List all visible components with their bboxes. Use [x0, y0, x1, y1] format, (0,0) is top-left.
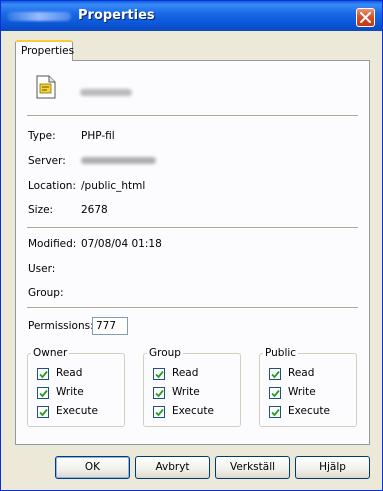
user-label: User:	[28, 263, 56, 275]
owner-read-label: Read	[56, 367, 83, 379]
owner-permissions-group: Owner Read Write Execute	[27, 347, 125, 427]
checkmark-icon	[39, 370, 48, 379]
permissions-input[interactable]	[92, 317, 128, 335]
checkbox-box[interactable]	[37, 406, 49, 418]
checkmark-icon	[39, 389, 48, 398]
modified-label: Modified:	[28, 238, 77, 250]
ok-button[interactable]: OK	[55, 456, 130, 479]
group-write-label: Write	[172, 386, 200, 398]
properties-panel: Type: PHP-fil Server: Location: /public_…	[15, 60, 370, 445]
public-read-label: Read	[288, 367, 315, 379]
owner-execute-label: Execute	[56, 405, 98, 417]
checkbox-box[interactable]	[269, 406, 281, 418]
apply-button[interactable]: Verkställ	[215, 456, 290, 479]
checkbox-box[interactable]	[153, 387, 165, 399]
close-icon	[360, 12, 371, 23]
type-label: Type:	[28, 130, 56, 142]
group-execute-label: Execute	[172, 405, 214, 417]
checkbox-box[interactable]	[37, 368, 49, 380]
separator	[27, 115, 358, 117]
obscured-file-name	[80, 89, 132, 96]
title-bar[interactable]: Properties	[1, 1, 382, 31]
group-permissions-group: Group Read Write Execute	[143, 347, 241, 427]
separator	[27, 227, 358, 229]
public-write-label: Write	[288, 386, 316, 398]
group-read-label: Read	[172, 367, 199, 379]
public-execute-label: Execute	[288, 405, 330, 417]
checkmark-icon	[39, 408, 48, 417]
public-group-title: Public	[265, 347, 297, 359]
location-label: Location:	[28, 180, 76, 192]
size-label: Size:	[28, 204, 54, 216]
group-label: Group:	[28, 287, 64, 299]
type-value: PHP-fil	[81, 130, 115, 142]
checkbox-box[interactable]	[153, 368, 165, 380]
modified-value: 07/08/04 01:18	[81, 238, 162, 250]
cancel-button[interactable]: Avbryt	[135, 456, 210, 479]
obscured-server-value	[81, 157, 156, 164]
window-title: Properties	[78, 8, 155, 23]
tab-properties-label: Properties	[21, 45, 75, 57]
help-button[interactable]: Hjälp	[295, 456, 370, 479]
php-file-icon	[36, 75, 56, 99]
owner-write-label: Write	[56, 386, 84, 398]
server-label: Server:	[28, 155, 66, 167]
size-value: 2678	[81, 204, 108, 216]
owner-group-title: Owner	[33, 347, 68, 359]
permissions-label: Permissions:	[28, 320, 94, 332]
checkmark-icon	[271, 370, 280, 379]
properties-dialog: Properties Properties Type: PHP-fil Serv…	[0, 0, 383, 491]
checkbox-box[interactable]	[153, 406, 165, 418]
public-permissions-group: Public Read Write Execute	[259, 347, 357, 427]
checkbox-box[interactable]	[37, 387, 49, 399]
checkbox-box[interactable]	[269, 387, 281, 399]
checkmark-icon	[271, 408, 280, 417]
close-button[interactable]	[356, 8, 375, 27]
obscured-filename-in-title	[7, 12, 71, 21]
checkmark-icon	[271, 389, 280, 398]
checkmark-icon	[155, 389, 164, 398]
separator	[27, 307, 358, 309]
checkbox-box[interactable]	[269, 368, 281, 380]
group-group-title: Group	[149, 347, 181, 359]
checkmark-icon	[155, 408, 164, 417]
tab-properties[interactable]: Properties	[15, 40, 75, 61]
location-value: /public_html	[81, 180, 146, 192]
checkmark-icon	[155, 370, 164, 379]
